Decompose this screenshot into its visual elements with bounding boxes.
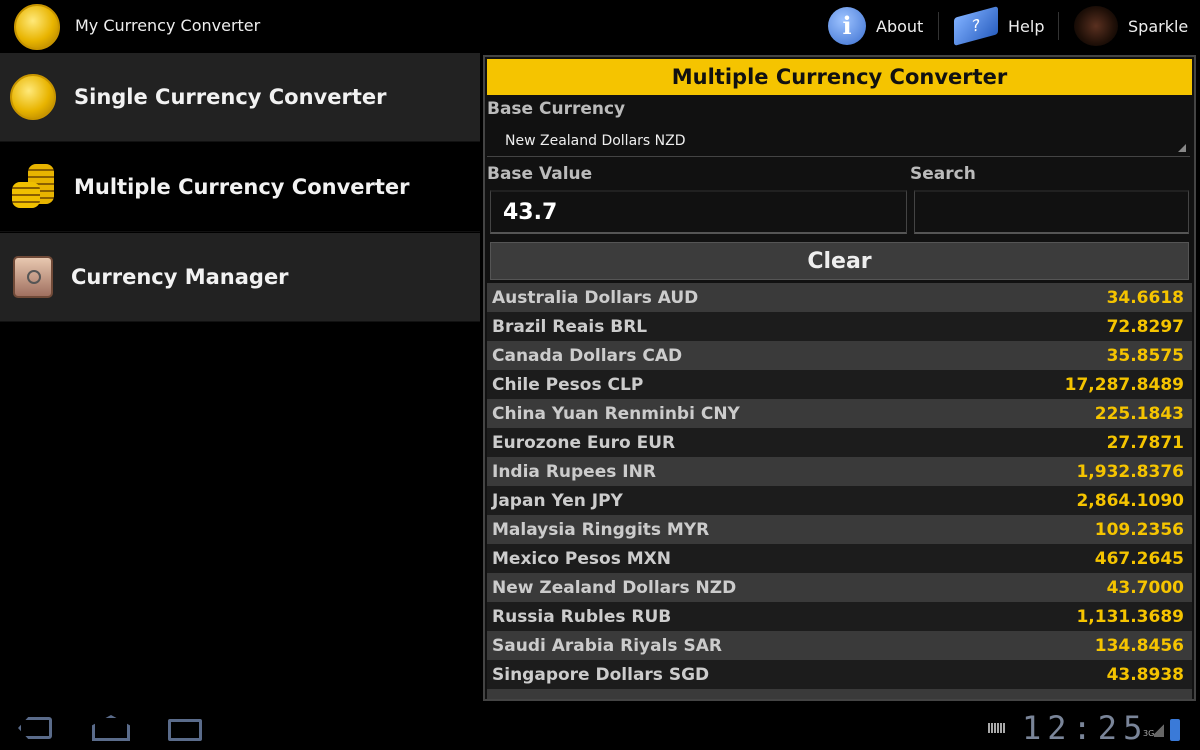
- currency-name: Canada Dollars CAD: [492, 345, 683, 366]
- sparkle-label: Sparkle: [1128, 16, 1189, 36]
- home-icon[interactable]: [92, 715, 130, 741]
- converted-value: 134.8456: [1094, 635, 1184, 656]
- converted-value: 1,131.3689: [1076, 606, 1184, 627]
- currency-row[interactable]: Saudi Arabia Riyals SAR 134.8456: [487, 631, 1192, 660]
- sidebar-item-single-converter[interactable]: Single Currency Converter: [0, 53, 480, 142]
- currency-row[interactable]: India Rupees INR 1,932.8376: [487, 457, 1192, 486]
- signal-icon: [1154, 721, 1164, 737]
- currency-row[interactable]: New Zealand Dollars NZD 43.7000: [487, 573, 1192, 602]
- sparkle-button[interactable]: Sparkle: [1074, 6, 1189, 46]
- converted-value: 27.7871: [1106, 432, 1184, 453]
- sparkle-logo-icon: [1074, 6, 1118, 46]
- converted-value: 225.1843: [1094, 403, 1184, 424]
- currency-row[interactable]: Chile Pesos CLP 17,287.8489: [487, 370, 1192, 399]
- currency-name: Russia Rubles RUB: [492, 606, 672, 627]
- converted-value: 17,287.8489: [1064, 374, 1184, 395]
- currency-name: Japan Yen JPY: [492, 490, 623, 511]
- currency-name: Saudi Arabia Riyals SAR: [492, 635, 722, 656]
- help-book-icon: ?: [954, 6, 998, 46]
- coin-icon: [10, 74, 56, 120]
- battery-charging-icon: [1170, 719, 1180, 741]
- keyboard-icon: [988, 723, 1006, 733]
- dropdown-arrow-icon: [1178, 144, 1186, 152]
- clear-button[interactable]: Clear: [490, 242, 1189, 280]
- currency-row-partial[interactable]: [487, 689, 1192, 699]
- about-button[interactable]: i About: [828, 7, 924, 45]
- sidebar-item-label: Multiple Currency Converter: [74, 175, 410, 199]
- sidebar: Single Currency Converter Multiple Curre…: [0, 53, 480, 323]
- base-currency-select[interactable]: New Zealand Dollars NZD: [487, 125, 1190, 157]
- currency-name: Eurozone Euro EUR: [492, 432, 676, 453]
- info-icon: i: [828, 7, 866, 45]
- currency-row[interactable]: China Yuan Renminbi CNY 225.1843: [487, 399, 1192, 428]
- app-title: My Currency Converter: [75, 16, 261, 35]
- app-logo-coin-icon: [14, 4, 60, 50]
- converted-value: 43.7000: [1106, 577, 1184, 598]
- about-label: About: [876, 16, 924, 36]
- sidebar-item-label: Currency Manager: [71, 265, 289, 289]
- currency-row[interactable]: Singapore Dollars SGD 43.8938: [487, 660, 1192, 689]
- converted-value: 43.8938: [1106, 664, 1184, 685]
- clock: 12:25: [1022, 709, 1149, 747]
- panel-title: Multiple Currency Converter: [487, 59, 1192, 95]
- action-bar: My Currency Converter i About ? Help Spa…: [0, 0, 1200, 52]
- converted-value: 2,864.1090: [1076, 490, 1184, 511]
- currency-name: India Rupees INR: [492, 461, 656, 482]
- currency-name: Australia Dollars AUD: [492, 287, 699, 308]
- currency-row[interactable]: Eurozone Euro EUR 27.7871: [487, 428, 1192, 457]
- search-label: Search: [910, 164, 976, 184]
- currency-row[interactable]: Japan Yen JPY 2,864.1090: [487, 486, 1192, 515]
- coin-stack-icon: [10, 164, 56, 210]
- converted-value: 34.6618: [1106, 287, 1184, 308]
- sidebar-item-label: Single Currency Converter: [74, 85, 387, 109]
- currency-row[interactable]: Russia Rubles RUB 1,131.3689: [487, 602, 1192, 631]
- converted-value: 72.8297: [1106, 316, 1184, 337]
- currency-name: Chile Pesos CLP: [492, 374, 644, 395]
- base-currency-value: New Zealand Dollars NZD: [505, 133, 686, 149]
- search-input[interactable]: [914, 190, 1189, 234]
- sidebar-item-multiple-converter[interactable]: Multiple Currency Converter: [0, 143, 480, 232]
- recent-apps-icon[interactable]: [168, 719, 202, 741]
- base-value-input[interactable]: [490, 190, 907, 234]
- converted-value: 467.2645: [1094, 548, 1184, 569]
- multiple-converter-panel: Multiple Currency Converter Base Currenc…: [483, 55, 1196, 701]
- currency-row[interactable]: Brazil Reais BRL 72.8297: [487, 312, 1192, 341]
- base-currency-label: Base Currency: [487, 99, 626, 119]
- system-bar: 12:25 3G: [0, 705, 1200, 750]
- currency-row[interactable]: Malaysia Ringgits MYR 109.2356: [487, 515, 1192, 544]
- converted-value: 35.8575: [1106, 345, 1184, 366]
- help-label: Help: [1008, 16, 1045, 36]
- currency-name: Brazil Reais BRL: [492, 316, 648, 337]
- network-type: 3G: [1143, 729, 1155, 738]
- divider: [938, 12, 939, 40]
- currency-name: Malaysia Ringgits MYR: [492, 519, 710, 540]
- converted-value: 1,932.8376: [1076, 461, 1184, 482]
- currency-row[interactable]: Australia Dollars AUD 34.6618: [487, 283, 1192, 312]
- currency-row[interactable]: Canada Dollars CAD 35.8575: [487, 341, 1192, 370]
- help-button[interactable]: ? Help: [954, 6, 1045, 46]
- currency-name: New Zealand Dollars NZD: [492, 577, 737, 598]
- base-value-label: Base Value: [487, 164, 593, 184]
- back-icon[interactable]: [18, 717, 52, 739]
- sidebar-item-currency-manager[interactable]: Currency Manager: [0, 233, 480, 322]
- converted-value: 109.2356: [1094, 519, 1184, 540]
- currency-name: Singapore Dollars SGD: [492, 664, 710, 685]
- currency-name: China Yuan Renminbi CNY: [492, 403, 740, 424]
- divider: [1058, 12, 1059, 40]
- safe-icon: [13, 256, 53, 298]
- currency-name: Mexico Pesos MXN: [492, 548, 671, 569]
- currency-list[interactable]: Australia Dollars AUD 34.6618 Brazil Reais…: [487, 283, 1192, 699]
- currency-row[interactable]: Mexico Pesos MXN 467.2645: [487, 544, 1192, 573]
